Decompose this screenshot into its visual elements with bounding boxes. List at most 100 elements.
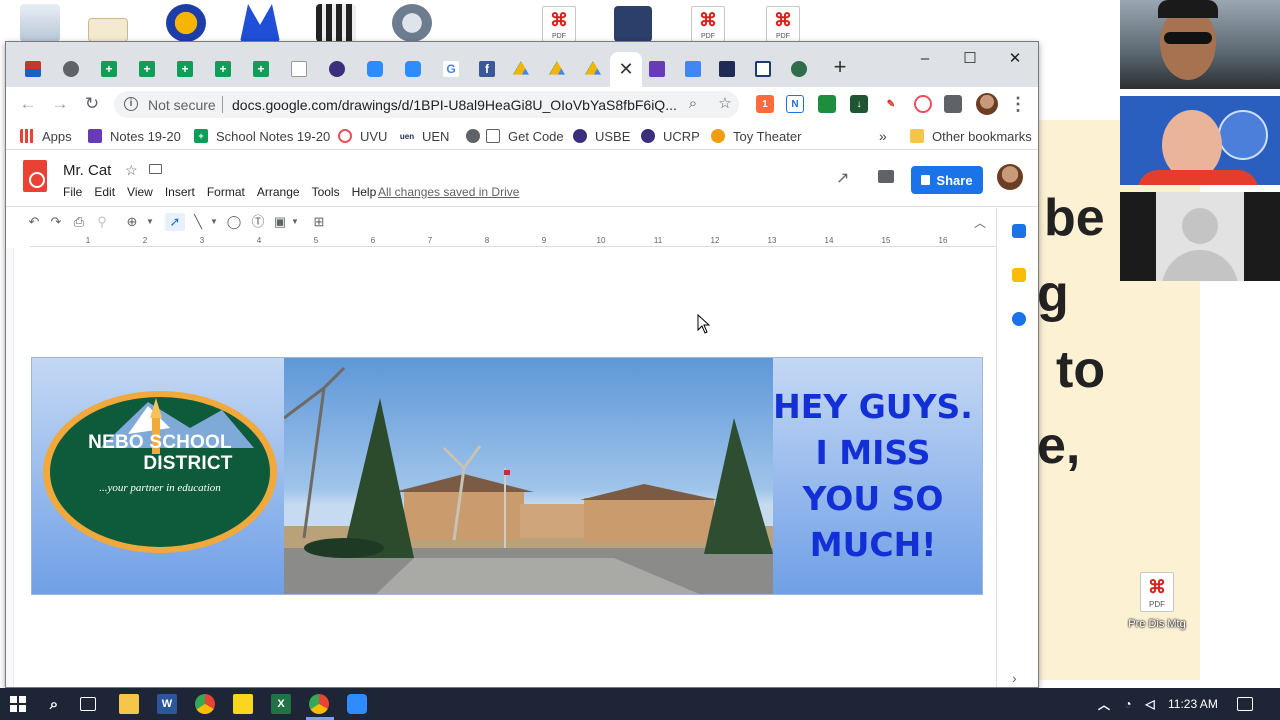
sticky-notes-icon[interactable] [233,694,253,714]
bookmark-uvu[interactable]: UVU [338,127,387,145]
tab-sheets[interactable]: + [246,54,276,84]
tab-flag[interactable] [18,54,48,84]
tab-owl[interactable] [784,54,814,84]
audio-app-icon[interactable] [166,4,206,42]
pdf-file-icon[interactable]: ⌘ PDF [766,6,800,42]
tab-zoom[interactable] [360,54,390,84]
tab-ucrp[interactable] [322,54,352,84]
address-bar[interactable]: i Not secure docs.google.com/drawings/d/… [114,91,739,118]
zoom-icon[interactable] [347,694,367,714]
file-explorer-icon[interactable] [119,694,139,714]
redo-icon[interactable]: ↷ [46,213,66,231]
tab-sheets[interactable]: + [94,54,124,84]
tab-globe[interactable] [56,54,86,84]
volume-icon[interactable]: ◁ [1140,694,1160,714]
chrome-icon[interactable] [309,694,329,714]
chrome-icon[interactable] [195,694,215,714]
tab-drive[interactable] [506,54,536,84]
select-tool-icon[interactable]: ➚ [165,213,185,231]
bookmark-toy-theater[interactable]: Toy Theater [711,127,801,145]
chevron-down-icon[interactable]: ▼ [285,213,305,231]
puzzle-icon[interactable] [944,95,962,113]
bookmark-ucrp[interactable]: UCRP [641,127,700,145]
tab-zoom[interactable] [398,54,428,84]
save-status[interactable]: All changes saved in Drive [378,185,519,199]
windows-start-icon[interactable] [8,694,28,714]
settings-gear-app-icon[interactable] [392,4,432,42]
extension-icon[interactable]: ✎ [882,95,900,113]
collapse-toolbar-icon[interactable]: ︿ [974,214,986,231]
more-menu-icon[interactable]: ⋮ [1008,92,1028,116]
spiral-icon[interactable] [914,95,932,113]
menu-file[interactable]: File [63,185,82,199]
tab-forms[interactable] [642,54,672,84]
excel-icon[interactable]: X [271,694,291,714]
tab-calendar[interactable] [748,54,778,84]
tab-drive[interactable] [578,54,608,84]
clock[interactable]: 11:23 AM [1168,697,1218,711]
search-icon[interactable]: ⌕ [44,694,64,714]
video-app-icon[interactable] [316,4,356,42]
close-window-button[interactable]: ✕ [998,48,1032,70]
menu-tools[interactable]: Tools [312,185,340,199]
chevron-up-icon[interactable]: ︿ [1094,694,1114,714]
chevron-down-icon[interactable]: ▼ [204,213,224,231]
menu-help[interactable]: Help [352,185,377,199]
undo-icon[interactable]: ↶ [24,213,44,231]
drawings-logo-icon[interactable] [23,160,47,192]
calendar-icon[interactable] [1012,224,1026,238]
wifi-icon[interactable]: ◔ [1118,694,1138,714]
chevron-right-icon[interactable]: › [1012,670,1017,686]
notifications-icon[interactable] [1237,697,1253,711]
bookmark-other[interactable]: Other bookmarks [910,127,1032,145]
keep-icon[interactable] [1012,268,1026,282]
extension-icon[interactable]: N [786,95,804,113]
bookmark-notes[interactable]: Notes 19-20 [88,127,181,145]
add-comment-icon[interactable]: ⊞ [309,213,329,231]
menu-arrange[interactable]: Arrange [257,185,300,199]
pdf-file-icon[interactable]: ⌘ PDF [542,6,576,42]
tasks-icon[interactable] [1012,312,1026,326]
bookmarks-overflow-button[interactable]: » [879,127,887,145]
tab-google[interactable]: G [436,54,466,84]
classroom-icon[interactable] [818,95,836,113]
print-icon[interactable]: ⎙ [69,213,89,231]
download-icon[interactable]: ↓ [850,95,868,113]
chevron-down-icon[interactable]: ▼ [140,213,160,231]
menu-view[interactable]: View [127,185,153,199]
doc-title[interactable]: Mr. Cat [63,162,111,179]
tab-active-close[interactable]: ✕ [610,52,642,87]
video-participant-3[interactable] [1120,192,1280,281]
drawing-canvas[interactable]: NEBO SCHOOL DISTRICT ...your partner in … [14,248,996,687]
video-participant-1[interactable] [1120,0,1280,89]
zoom-icon[interactable]: ⊕ [122,213,142,231]
shape-tool-icon[interactable]: ◯ [224,213,244,231]
tab-sheets[interactable]: + [132,54,162,84]
bookmark-star-icon[interactable]: ☆ [716,95,734,113]
malwarebytes-icon[interactable] [240,4,280,42]
share-button[interactable]: Share [911,166,983,194]
tab-sheets[interactable]: + [208,54,238,84]
tab-drive[interactable] [542,54,572,84]
bookmark-school-notes[interactable]: + School Notes 19-20 [194,127,330,145]
pdf-file-icon[interactable]: ⌘ PDF [1140,572,1174,612]
tab-docs[interactable] [678,54,708,84]
word-icon[interactable]: W [157,694,177,714]
notepad-icon[interactable] [88,18,128,42]
bookmark-usbe[interactable]: USBE [573,127,630,145]
menu-format[interactable]: Format [207,185,245,199]
tab-sheets[interactable]: + [170,54,200,84]
reload-button[interactable]: ↻ [80,92,104,116]
bookmark-apps[interactable]: Apps [20,127,72,145]
new-tab-button[interactable]: + [828,56,852,80]
activity-trend-icon[interactable]: ↗ [836,168,849,188]
paint-format-icon[interactable]: ⚲ [92,213,112,231]
account-avatar[interactable] [997,164,1023,190]
menu-insert[interactable]: Insert [165,185,195,199]
tab-math[interactable] [284,54,314,84]
task-view-icon[interactable] [80,697,96,711]
banner-image[interactable]: NEBO SCHOOL DISTRICT ...your partner in … [31,357,983,595]
extension-icon[interactable]: 1 [756,95,774,113]
text-box-icon[interactable]: Ⓣ [248,213,268,231]
star-icon[interactable]: ☆ [125,162,138,179]
